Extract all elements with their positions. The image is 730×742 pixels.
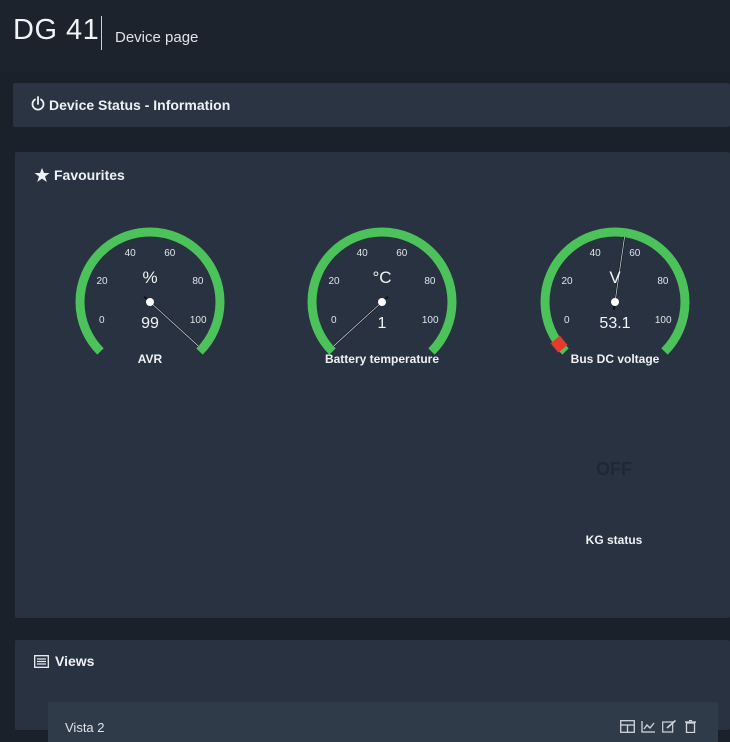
gauge-name: AVR bbox=[137, 352, 163, 366]
device-status-label: Device Status - Information bbox=[49, 97, 231, 113]
gauge-hub bbox=[378, 298, 386, 306]
gauge-tick-label: 20 bbox=[328, 275, 340, 287]
gauge-tick-label: 80 bbox=[424, 275, 436, 287]
gauge-tick-label: 60 bbox=[629, 247, 641, 259]
gauge-tick-label: 100 bbox=[189, 315, 207, 327]
device-status-bar[interactable]: Device Status - Information bbox=[13, 83, 730, 127]
gauge-hub bbox=[611, 298, 619, 306]
view-item-tools bbox=[620, 719, 698, 734]
page-subtitle: Device page bbox=[115, 29, 199, 46]
gauge-tick-label: 100 bbox=[421, 315, 439, 327]
header-divider bbox=[101, 16, 102, 50]
page-header: DG 41 Device page bbox=[0, 0, 730, 72]
gauge-tick-label: 60 bbox=[164, 247, 176, 259]
gauge-tick-label: 40 bbox=[124, 247, 136, 259]
device-title: DG 41 bbox=[13, 14, 100, 46]
gauge-tick-label: 80 bbox=[657, 275, 669, 287]
star-icon bbox=[34, 168, 50, 182]
gauge-tick-label: 0 bbox=[564, 315, 570, 327]
view-item-name: Vista 2 bbox=[65, 720, 105, 735]
gauge-hub bbox=[146, 298, 154, 306]
gauge-tick-label: 0 bbox=[331, 315, 337, 327]
gauge-bus-dc-voltage: V 53.1 Bus DC voltage 0 20 40 60 80 100 bbox=[530, 226, 700, 386]
gauge-tick-label: 40 bbox=[356, 247, 368, 259]
gauge-dial bbox=[75, 227, 225, 355]
gauge-tick-label: 0 bbox=[99, 315, 105, 327]
gauge-tick-label: 100 bbox=[654, 315, 672, 327]
gauge-arc bbox=[75, 227, 225, 355]
views-panel: Views Vista 2 bbox=[15, 640, 730, 742]
views-label: Views bbox=[55, 653, 95, 669]
edit-icon[interactable] bbox=[662, 719, 677, 733]
layout-icon[interactable] bbox=[620, 720, 635, 733]
delete-icon[interactable] bbox=[683, 719, 698, 734]
favourites-label: Favourites bbox=[54, 167, 125, 183]
gauge-avr: % 99 AVR 0 20 40 60 80 100 bbox=[65, 226, 235, 386]
gauge-tick-label: 20 bbox=[96, 275, 108, 287]
gauge-arc bbox=[540, 227, 690, 355]
gauge-tick-label: 20 bbox=[561, 275, 573, 287]
kg-status-value: OFF bbox=[596, 459, 632, 479]
gauge-name: Bus DC voltage bbox=[570, 352, 660, 366]
gauge-tick-label: 80 bbox=[192, 275, 204, 287]
gauge-name: Battery temperature bbox=[324, 352, 440, 366]
gauge-dial bbox=[307, 227, 457, 355]
chart-icon[interactable] bbox=[641, 720, 656, 733]
power-icon bbox=[31, 96, 45, 111]
gauge-dial bbox=[540, 227, 690, 355]
view-item[interactable]: Vista 2 bbox=[48, 702, 718, 742]
kg-status-label: KG status bbox=[585, 533, 643, 547]
list-icon bbox=[34, 655, 49, 668]
gauge-tick-label: 60 bbox=[396, 247, 408, 259]
gauge-battery-temperature: °C 1 Battery temperature 0 20 40 60 80 100 bbox=[297, 226, 467, 386]
gauge-arc bbox=[307, 227, 457, 355]
gauge-tick-label: 40 bbox=[589, 247, 601, 259]
